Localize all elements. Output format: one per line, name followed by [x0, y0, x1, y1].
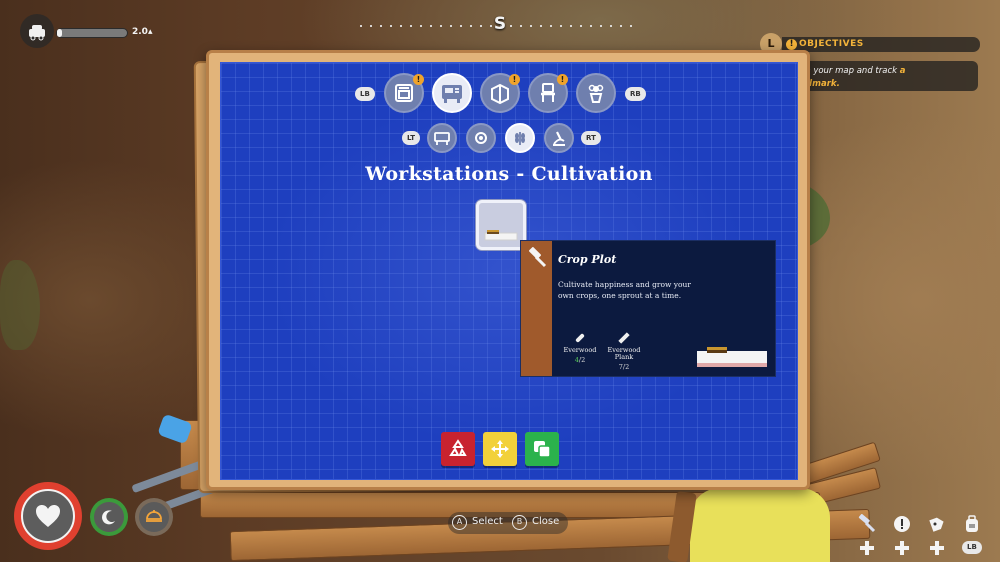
subcategory-cultivation[interactable]	[505, 123, 535, 153]
material-everwood-plank: Everwood Plank 7/2	[600, 331, 648, 371]
energy-meter-inner	[94, 502, 124, 532]
alert-icon	[894, 516, 910, 532]
microscope-icon	[553, 131, 565, 146]
weight-icon: ▴	[147, 27, 153, 37]
move-button[interactable]	[483, 432, 517, 466]
backpack-icon	[966, 515, 978, 532]
category-furniture-badge: !	[557, 74, 568, 85]
hunger-meter	[135, 498, 173, 536]
objectives-title: OBJECTIVES	[799, 39, 864, 49]
health-meter	[21, 489, 75, 543]
category-decor[interactable]	[576, 73, 616, 113]
van-icon	[20, 14, 54, 48]
material-everwood: Everwood 4/2	[556, 331, 604, 364]
a-button-icon: A	[452, 515, 467, 530]
tooltip-title: Crop Plot	[558, 253, 617, 266]
compass: S	[360, 14, 640, 38]
moon-icon	[102, 510, 115, 525]
subcategory-crafting[interactable]	[466, 123, 496, 153]
recycle-icon	[449, 439, 467, 456]
prev-subcategory-button[interactable]: LT	[402, 131, 421, 145]
plank-icon	[618, 332, 630, 344]
carry-weight-fill	[57, 29, 62, 37]
chair-icon	[541, 83, 555, 102]
tag-icon	[929, 517, 944, 532]
structure-icon	[491, 83, 509, 105]
hunger-meter-inner	[139, 502, 169, 532]
subcategory-general[interactable]	[427, 123, 457, 153]
lb-button-hint: LB	[962, 541, 982, 554]
button-prompts: A Select B Close	[448, 512, 568, 534]
workstation-icon	[442, 85, 462, 103]
category-workstations[interactable]	[432, 73, 472, 113]
tooltip-description: Cultivate happiness and grow your own cr…	[558, 280, 691, 300]
move-arrows-icon	[491, 440, 509, 458]
player-arm	[690, 488, 830, 562]
gear-icon	[475, 132, 487, 144]
carry-weight-bar	[56, 28, 128, 38]
prev-category-button[interactable]: LB	[355, 87, 375, 101]
next-subcategory-button[interactable]: RT	[581, 131, 601, 145]
select-prompt[interactable]: Select	[472, 516, 503, 527]
hammer-tool-button[interactable]	[856, 513, 878, 535]
category-furnace-badge: !	[413, 74, 424, 85]
heart-icon	[36, 505, 60, 527]
health-ring	[14, 482, 82, 550]
crop-plot-preview	[697, 347, 767, 367]
material-count: 4/2	[556, 357, 604, 364]
carry-weight-label: 2.0▴	[132, 27, 153, 37]
material-name: Everwood Plank	[607, 346, 641, 361]
alert-button[interactable]	[891, 513, 913, 535]
objective-text: en your map and track a ndmark.	[790, 61, 978, 91]
tooltip-strip	[521, 241, 552, 376]
hammer-icon	[858, 514, 876, 533]
recipe-tooltip: Crop Plot Cultivate happiness and grow y…	[520, 240, 776, 377]
recycle-button[interactable]	[441, 432, 475, 466]
material-need: /2	[622, 363, 630, 371]
material-need: /2	[578, 356, 586, 364]
dpad-icon	[895, 541, 909, 555]
subcategory-science[interactable]	[544, 123, 574, 153]
furnace-icon	[395, 84, 413, 102]
copy-icon	[534, 441, 551, 458]
b-button-icon: B	[512, 515, 527, 530]
flower-pot-icon	[588, 84, 604, 103]
energy-meter	[90, 498, 128, 536]
bench-icon	[434, 132, 450, 145]
compass-heading: S	[493, 14, 507, 34]
copy-button[interactable]	[525, 432, 559, 466]
material-count: 7/2	[600, 364, 648, 371]
wheat-icon	[515, 132, 525, 145]
dpad-icon	[860, 541, 874, 555]
objective-highlight: a	[899, 66, 906, 76]
page-title: Workstations - Cultivation	[365, 163, 653, 185]
backpack-button[interactable]	[961, 513, 983, 535]
close-prompt[interactable]: Close	[532, 516, 559, 527]
material-name: Everwood	[563, 346, 597, 354]
next-category-button[interactable]: RB	[625, 87, 646, 101]
tag-button[interactable]	[926, 513, 948, 535]
objective-text-part: en your map and track	[800, 66, 900, 76]
log-icon	[575, 333, 585, 343]
hammer-icon	[529, 247, 547, 268]
dpad-icon	[930, 541, 944, 555]
crop-plot-icon	[484, 230, 518, 241]
category-structures-badge: !	[509, 74, 520, 85]
warning-icon: !	[786, 39, 797, 50]
food-icon	[146, 510, 162, 522]
recipe-slot-crop-plot[interactable]	[476, 200, 526, 250]
